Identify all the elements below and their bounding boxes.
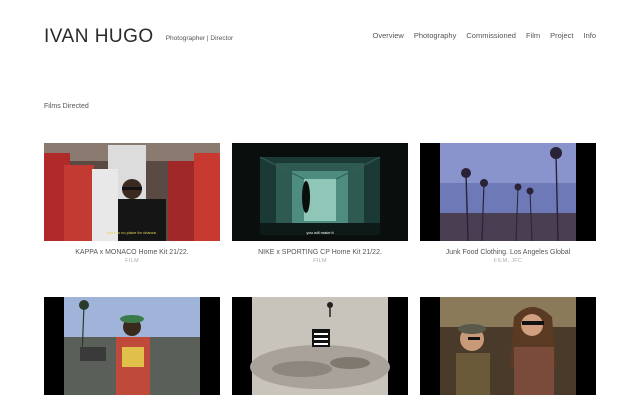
film-category: FILM, JFC [493, 258, 523, 264]
film-card-4[interactable] [44, 297, 220, 395]
video-subtitle: you will make it [306, 230, 334, 235]
video-subtitle: there is no place for chance. [106, 230, 158, 235]
film-thumbnail[interactable]: you will make it [232, 143, 408, 241]
brand: IVAN HUGO Photographer | Director [44, 26, 233, 48]
film-title[interactable]: Junk Food Clothing. Los Angeles Global [420, 249, 596, 256]
site-title-link[interactable]: IVAN HUGO [44, 26, 154, 48]
film-card-5[interactable] [232, 297, 408, 395]
film-thumbnail[interactable] [44, 297, 220, 395]
nav-overview[interactable]: Overview [373, 31, 404, 40]
site-tagline: Photographer | Director [165, 35, 234, 42]
film-thumbnail[interactable] [232, 297, 408, 395]
nav-info[interactable]: Info [583, 31, 596, 40]
site-header: IVAN HUGO Photographer | Director Overvi… [44, 26, 596, 50]
film-title[interactable]: NIKE x SPORTING CP Home Kit 21/22. [232, 249, 408, 256]
film-title[interactable]: KAPPA x MONACO Home Kit 21/22. [44, 249, 220, 256]
film-thumbnail[interactable] [420, 143, 596, 241]
film-category: FILM [125, 258, 139, 264]
nav-photography[interactable]: Photography [414, 31, 457, 40]
film-card-junk-food[interactable]: Junk Food Clothing. Los Angeles Global F… [420, 143, 596, 264]
nav-project[interactable]: Project [550, 31, 573, 40]
film-card-6[interactable] [420, 297, 596, 395]
film-category: FILM [313, 258, 327, 264]
nav-commissioned[interactable]: Commissioned [466, 31, 516, 40]
main-nav: Overview Photography Commissioned Film P… [373, 31, 596, 40]
film-thumbnail[interactable] [420, 297, 596, 395]
nav-film[interactable]: Film [526, 31, 540, 40]
film-thumbnail[interactable]: there is no place for chance. [44, 143, 220, 241]
section-title: Films Directed [44, 103, 89, 110]
film-card-kappa[interactable]: there is no place for chance. KAPPA x MO… [44, 143, 220, 264]
film-card-nike[interactable]: you will make it NIKE x SPORTING CP Home… [232, 143, 408, 264]
